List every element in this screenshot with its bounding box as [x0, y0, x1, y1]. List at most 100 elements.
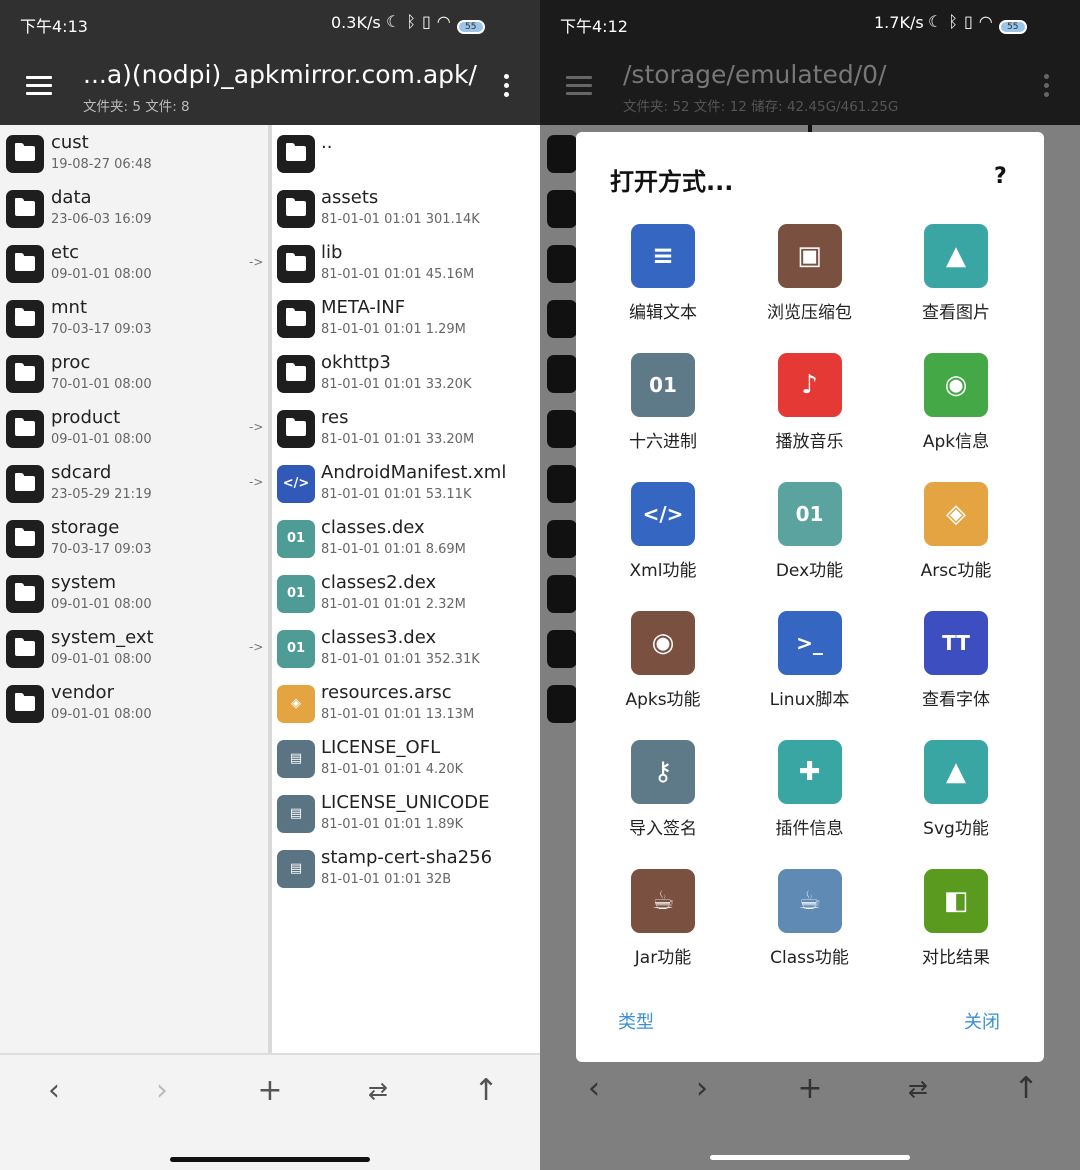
- swap-icon[interactable]: ⇄: [888, 1069, 948, 1109]
- forward-icon[interactable]: ›: [672, 1069, 732, 1109]
- file-meta: 09-01-01 08:00: [51, 652, 152, 667]
- file-icon: ▤: [277, 850, 315, 888]
- left-file-pane[interactable]: cust 19-08-27 06:48 data 23-06-03 16:09 etc 0…: [0, 125, 268, 1053]
- open-with-option[interactable]: ◈ Arsc功能: [886, 482, 1026, 594]
- open-with-option[interactable]: ♪ 播放音乐: [740, 353, 880, 465]
- help-button[interactable]: ?: [994, 164, 1007, 189]
- folder-icon: [277, 355, 315, 393]
- more-options-icon[interactable]: [1044, 74, 1050, 100]
- folder-row[interactable]: storage 70-03-17 09:03: [0, 510, 268, 565]
- file-name: assets: [321, 187, 379, 208]
- open-with-option[interactable]: 01 Dex功能: [740, 482, 880, 594]
- open-with-option[interactable]: ▲ 查看图片: [886, 224, 1026, 336]
- option-label: Apk信息: [922, 432, 990, 452]
- puzzle-icon: ✚: [777, 740, 842, 804]
- option-label: Jar功能: [634, 948, 692, 968]
- file-row[interactable]: </> AndroidManifest.xml 81-01-01 01:01 53.…: [272, 455, 540, 510]
- file-name: cust: [51, 132, 89, 153]
- option-label: 查看图片: [922, 303, 990, 323]
- up-icon[interactable]: ↑: [996, 1069, 1056, 1109]
- symlink-arrow: ->: [249, 255, 264, 269]
- file-row[interactable]: 01 classes.dex 81-01-01 01:01 8.69M: [272, 510, 540, 565]
- file-meta: 81-01-01 01:01 1.29M: [321, 322, 466, 337]
- file-meta: 09-01-01 08:00: [51, 432, 152, 447]
- file-meta: 81-01-01 01:01 33.20M: [321, 432, 475, 447]
- file-meta: 09-01-01 08:00: [51, 597, 152, 612]
- open-with-option[interactable]: >_ Linux脚本: [740, 611, 880, 723]
- forward-icon[interactable]: ›: [132, 1071, 192, 1111]
- open-with-option[interactable]: </> Xml功能: [593, 482, 733, 594]
- open-with-option[interactable]: ☕ Jar功能: [593, 869, 733, 981]
- file-name: classes.dex: [321, 517, 425, 538]
- file-row[interactable]: ▤ LICENSE_OFL 81-01-01 01:01 4.20K: [272, 730, 540, 785]
- type-button[interactable]: 类型: [618, 1008, 654, 1034]
- close-button[interactable]: 关闭: [964, 1008, 1000, 1034]
- folder-row[interactable]: proc 70-01-01 08:00: [0, 345, 268, 400]
- folder-row[interactable]: ..: [272, 125, 540, 180]
- wifi-icon: ◠: [436, 12, 451, 31]
- folder-row[interactable]: vendor 09-01-01 08:00: [0, 675, 268, 730]
- up-icon[interactable]: ↑: [456, 1071, 516, 1111]
- open-with-option[interactable]: 01 十六进制: [593, 353, 733, 465]
- back-icon[interactable]: ‹: [24, 1071, 84, 1111]
- open-with-option[interactable]: TT 查看字体: [886, 611, 1026, 723]
- menu-icon[interactable]: [26, 76, 52, 96]
- folder-row[interactable]: system_ext 09-01-01 08:00 ->: [0, 620, 268, 675]
- file-row[interactable]: 01 classes3.dex 81-01-01 01:01 352.31K: [272, 620, 540, 675]
- folder-icon: [547, 685, 577, 723]
- add-icon[interactable]: +: [780, 1069, 840, 1109]
- open-with-option[interactable]: ⚷ 导入签名: [593, 740, 733, 852]
- add-icon[interactable]: +: [240, 1071, 300, 1111]
- dex-file-icon: 01: [277, 575, 315, 613]
- folder-row[interactable]: META-INF 81-01-01 01:01 1.29M: [272, 290, 540, 345]
- file-meta: 19-08-27 06:48: [51, 157, 152, 172]
- folder-row[interactable]: lib 81-01-01 01:01 45.16M: [272, 235, 540, 290]
- dialog-title: 打开方式...: [610, 168, 734, 196]
- open-with-option[interactable]: ◉ Apk信息: [886, 353, 1026, 465]
- status-icons: ☾ ᛒ ▯ ◠ 55: [928, 12, 1033, 34]
- folder-row[interactable]: assets 81-01-01 01:01 301.14K: [272, 180, 540, 235]
- file-meta: 81-01-01 01:01 13.13M: [321, 707, 475, 722]
- folder-row[interactable]: system 09-01-01 08:00: [0, 565, 268, 620]
- folder-row[interactable]: okhttp3 81-01-01 01:01 33.20K: [272, 345, 540, 400]
- file-meta: 70-03-17 09:03: [51, 322, 152, 337]
- bottom-toolbar: ‹ › + ⇄ ↑: [540, 1053, 1080, 1170]
- folder-icon: [6, 410, 44, 448]
- file-row[interactable]: ▤ LICENSE_UNICODE 81-01-01 01:01 1.89K: [272, 785, 540, 840]
- swap-icon[interactable]: ⇄: [348, 1071, 408, 1111]
- home-indicator[interactable]: [710, 1155, 910, 1160]
- open-with-option[interactable]: ▲ Svg功能: [886, 740, 1026, 852]
- file-name: res: [321, 407, 349, 428]
- open-with-option[interactable]: ≡ 编辑文本: [593, 224, 733, 336]
- file-row[interactable]: 01 classes2.dex 81-01-01 01:01 2.32M: [272, 565, 540, 620]
- file-row[interactable]: ▤ stamp-cert-sha256 81-01-01 01:01 32B: [272, 840, 540, 895]
- folder-row[interactable]: sdcard 23-05-29 21:19 ->: [0, 455, 268, 510]
- file-meta: 23-06-03 16:09: [51, 212, 152, 227]
- open-with-option[interactable]: ☕ Class功能: [740, 869, 880, 981]
- file-name: resources.arsc: [321, 682, 452, 703]
- folder-row[interactable]: data 23-06-03 16:09: [0, 180, 268, 235]
- file-meta: 09-01-01 08:00: [51, 707, 152, 722]
- folder-row[interactable]: etc 09-01-01 08:00 ->: [0, 235, 268, 290]
- file-meta: 81-01-01 01:01 352.31K: [321, 652, 480, 667]
- more-options-icon[interactable]: [504, 74, 510, 100]
- file-name: META-INF: [321, 297, 406, 318]
- folder-row[interactable]: cust 19-08-27 06:48: [0, 125, 268, 180]
- file-row[interactable]: ◈ resources.arsc 81-01-01 01:01 13.13M: [272, 675, 540, 730]
- menu-icon[interactable]: [566, 76, 592, 96]
- file-name: storage: [51, 517, 120, 538]
- open-with-option[interactable]: ▣ 浏览压缩包: [740, 224, 880, 336]
- folder-row[interactable]: product 09-01-01 08:00 ->: [0, 400, 268, 455]
- right-file-pane[interactable]: .. assets 81-01-01 01:01 301.14K lib 81-01-0…: [268, 125, 540, 1053]
- open-with-option[interactable]: ✚ 插件信息: [740, 740, 880, 852]
- hex-file-icon: 01: [631, 353, 695, 417]
- open-with-option[interactable]: ◉ Apks功能: [593, 611, 733, 723]
- back-icon[interactable]: ‹: [564, 1069, 624, 1109]
- home-indicator[interactable]: [170, 1157, 370, 1162]
- folder-row[interactable]: res 81-01-01 01:01 33.20M: [272, 400, 540, 455]
- open-with-option[interactable]: ◧ 对比结果: [886, 869, 1026, 981]
- key-icon: ⚷: [631, 740, 695, 804]
- folder-row[interactable]: mnt 70-03-17 09:03: [0, 290, 268, 345]
- moon-icon: ☾: [386, 12, 401, 31]
- file-name: LICENSE_UNICODE: [321, 792, 490, 813]
